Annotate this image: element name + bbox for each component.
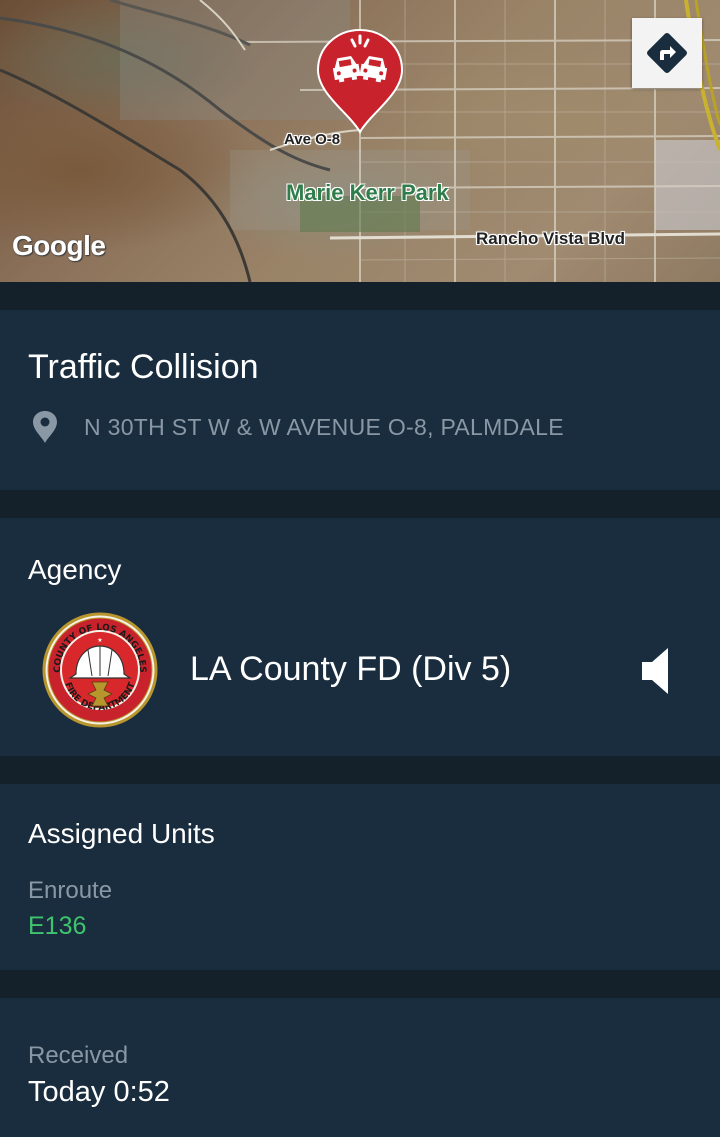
incident-card: Traffic Collision N 30TH ST W & W AVENUE… bbox=[0, 310, 720, 490]
traffic-collision-pin-icon[interactable] bbox=[316, 28, 404, 136]
agency-heading: Agency bbox=[28, 554, 122, 585]
section-divider bbox=[0, 282, 720, 310]
section-divider bbox=[0, 490, 720, 518]
unit-id[interactable]: E136 bbox=[28, 912, 86, 941]
directions-icon bbox=[647, 33, 687, 73]
section-divider bbox=[0, 756, 720, 784]
assigned-units-card: Assigned Units Enroute E136 bbox=[0, 784, 720, 970]
google-attribution: Google bbox=[12, 230, 106, 261]
la-county-fire-department-seal: COUNTY OF LOS ANGELES FIRE DEPARTMENT ★ bbox=[42, 612, 158, 728]
location-pin-icon bbox=[33, 411, 57, 443]
received-card: Received Today 0:52 bbox=[0, 998, 720, 1137]
incident-map[interactable]: Ave O-8 Marie Kerr Park Rancho Vista Blv… bbox=[0, 0, 720, 282]
map-label-ave: Ave O-8 bbox=[284, 131, 341, 148]
address-row[interactable]: N 30TH ST W & W AVENUE O-8, PALMDALE bbox=[32, 410, 564, 444]
incident-address: N 30TH ST W & W AVENUE O-8, PALMDALE bbox=[84, 413, 564, 440]
speaker-icon[interactable] bbox=[640, 646, 670, 696]
section-divider bbox=[0, 970, 720, 998]
received-time: Today 0:52 bbox=[28, 1076, 170, 1108]
received-label: Received bbox=[28, 1042, 129, 1069]
svg-text:★: ★ bbox=[97, 637, 102, 644]
assigned-units-heading: Assigned Units bbox=[28, 818, 215, 849]
unit-status-label: Enroute bbox=[28, 877, 113, 904]
map-label-road: Rancho Vista Blvd bbox=[476, 229, 625, 248]
agency-card: Agency COUNTY OF LOS ANGELES FIRE DEPART… bbox=[0, 518, 720, 756]
map-label-park: Marie Kerr Park bbox=[286, 180, 449, 205]
incident-title: Traffic Collision bbox=[28, 348, 259, 386]
agency-name: LA County FD (Div 5) bbox=[190, 650, 512, 688]
directions-button[interactable] bbox=[632, 18, 702, 88]
